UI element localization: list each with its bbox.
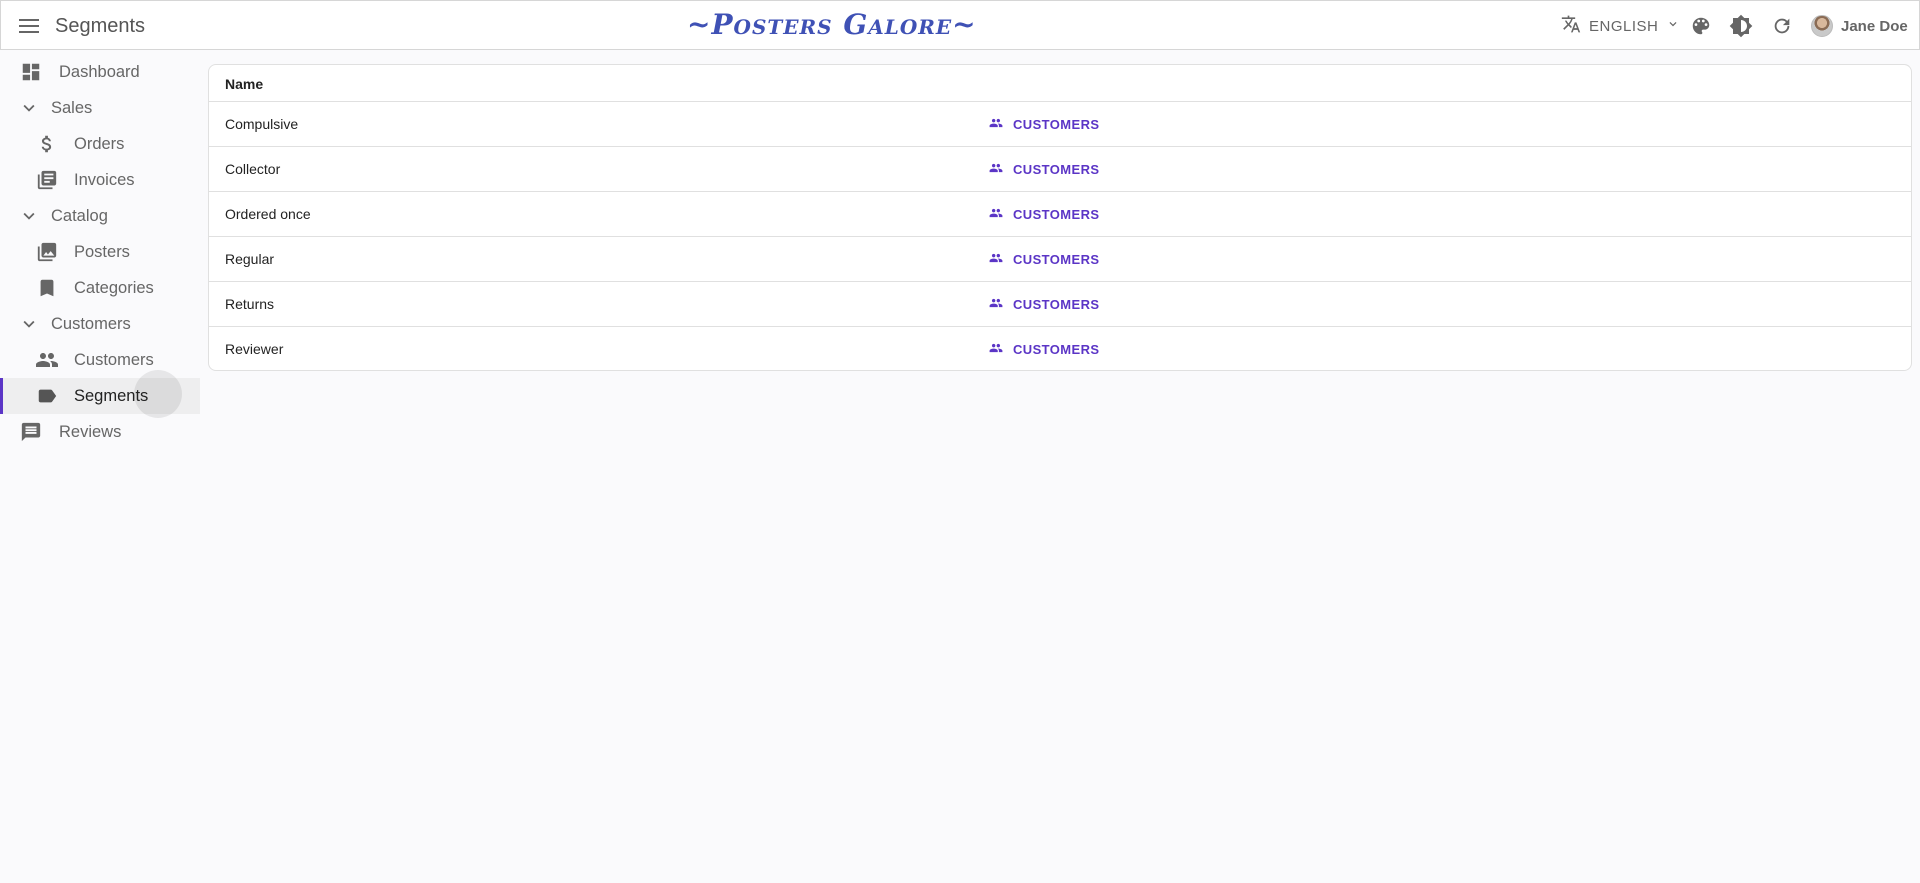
- chevron-down-icon: [17, 96, 41, 120]
- sidebar-item-label: Segments: [74, 387, 149, 405]
- sidebar-item-invoices[interactable]: Invoices: [0, 162, 200, 198]
- chevron-down-icon: [17, 312, 41, 336]
- table-row[interactable]: Regular CUSTOMERS: [209, 237, 1911, 282]
- sidebar-item-label: Orders: [74, 135, 125, 153]
- sidebar-group-sales[interactable]: Sales: [0, 90, 200, 126]
- people-icon: [989, 341, 1003, 358]
- people-icon: [989, 161, 1003, 178]
- sidebar-group-customers[interactable]: Customers: [0, 306, 200, 342]
- table-row[interactable]: Collector CUSTOMERS: [209, 147, 1911, 192]
- table-row[interactable]: Returns CUSTOMERS: [209, 282, 1911, 327]
- language-selector[interactable]: ENGLISH: [1561, 15, 1680, 37]
- segment-name: Ordered once: [225, 206, 311, 222]
- customers-link[interactable]: CUSTOMERS: [989, 339, 1099, 359]
- sidebar-item-label: Customers: [74, 351, 154, 369]
- brightness-icon[interactable]: [1729, 14, 1753, 38]
- customers-link-label: CUSTOMERS: [1013, 296, 1100, 312]
- sidebar: Dashboard Sales Orders Invoices Catalog …: [0, 54, 200, 450]
- sidebar-item-reviews[interactable]: Reviews: [0, 414, 200, 450]
- sidebar-item-dashboard[interactable]: Dashboard: [0, 54, 200, 90]
- chevron-down-icon: [1666, 17, 1680, 35]
- sidebar-item-label: Invoices: [74, 171, 135, 189]
- avatar: [1811, 15, 1833, 37]
- people-icon: [989, 296, 1003, 313]
- segment-name: Compulsive: [225, 116, 299, 132]
- menu-icon[interactable]: [15, 13, 43, 39]
- bookmark-icon: [35, 276, 59, 300]
- collections-icon: [35, 240, 59, 264]
- sidebar-item-orders[interactable]: Orders: [0, 126, 200, 162]
- library-books-icon: [35, 168, 59, 192]
- segments-table: Name Compulsive CUSTOMERS Collector CUST…: [208, 64, 1912, 371]
- customers-link-label: CUSTOMERS: [1013, 206, 1100, 222]
- people-icon: [989, 251, 1003, 268]
- table-row[interactable]: Ordered once CUSTOMERS: [209, 192, 1911, 237]
- table-row[interactable]: Compulsive CUSTOMERS: [209, 102, 1911, 147]
- sidebar-item-segments[interactable]: Segments: [0, 370, 200, 418]
- sidebar-group-label: Catalog: [51, 207, 108, 225]
- palette-icon[interactable]: [1689, 14, 1713, 38]
- sidebar-item-label: Categories: [74, 279, 154, 297]
- people-icon: [989, 116, 1003, 133]
- comment-icon: [19, 420, 43, 444]
- dashboard-icon: [19, 60, 43, 84]
- chevron-down-icon: [17, 204, 41, 228]
- sidebar-item-posters[interactable]: Posters: [0, 234, 200, 270]
- dollar-icon: [35, 132, 59, 156]
- customers-link-label: CUSTOMERS: [1013, 116, 1100, 132]
- table-header: Name: [209, 65, 1911, 102]
- segment-name: Reviewer: [225, 341, 284, 357]
- translate-icon: [1561, 14, 1581, 38]
- brand-logo: ~Posters Galore~: [687, 8, 977, 41]
- sidebar-item-label: Dashboard: [59, 63, 140, 81]
- sidebar-item-label: Reviews: [59, 423, 122, 441]
- customers-link-label: CUSTOMERS: [1013, 251, 1100, 267]
- customers-link[interactable]: CUSTOMERS: [989, 114, 1099, 134]
- sidebar-group-label: Customers: [51, 315, 131, 333]
- customers-link-label: CUSTOMERS: [1013, 341, 1100, 357]
- language-label: ENGLISH: [1589, 17, 1659, 35]
- customers-link-label: CUSTOMERS: [1013, 161, 1100, 177]
- table-row[interactable]: Reviewer CUSTOMERS: [209, 327, 1911, 370]
- customers-link[interactable]: CUSTOMERS: [989, 159, 1099, 179]
- app-bar: Segments ~Posters Galore~ ENGLISH Jane D…: [0, 0, 1920, 50]
- people-icon: [35, 348, 59, 372]
- refresh-icon[interactable]: [1770, 14, 1794, 38]
- sidebar-item-categories[interactable]: Categories: [0, 270, 200, 306]
- segment-name: Collector: [225, 161, 281, 177]
- user-name: Jane Doe: [1841, 17, 1908, 35]
- segment-name: Regular: [225, 251, 275, 267]
- sidebar-group-catalog[interactable]: Catalog: [0, 198, 200, 234]
- sidebar-group-label: Sales: [51, 99, 93, 117]
- customers-link[interactable]: CUSTOMERS: [989, 294, 1099, 314]
- customers-link[interactable]: CUSTOMERS: [989, 249, 1099, 269]
- label-icon: [35, 384, 59, 408]
- column-header-name[interactable]: Name: [225, 76, 263, 92]
- page-title: Segments: [55, 15, 146, 37]
- segment-name: Returns: [225, 296, 275, 312]
- sidebar-item-label: Posters: [74, 243, 130, 261]
- people-icon: [989, 206, 1003, 223]
- customers-link[interactable]: CUSTOMERS: [989, 204, 1099, 224]
- user-menu[interactable]: Jane Doe: [1811, 13, 1908, 39]
